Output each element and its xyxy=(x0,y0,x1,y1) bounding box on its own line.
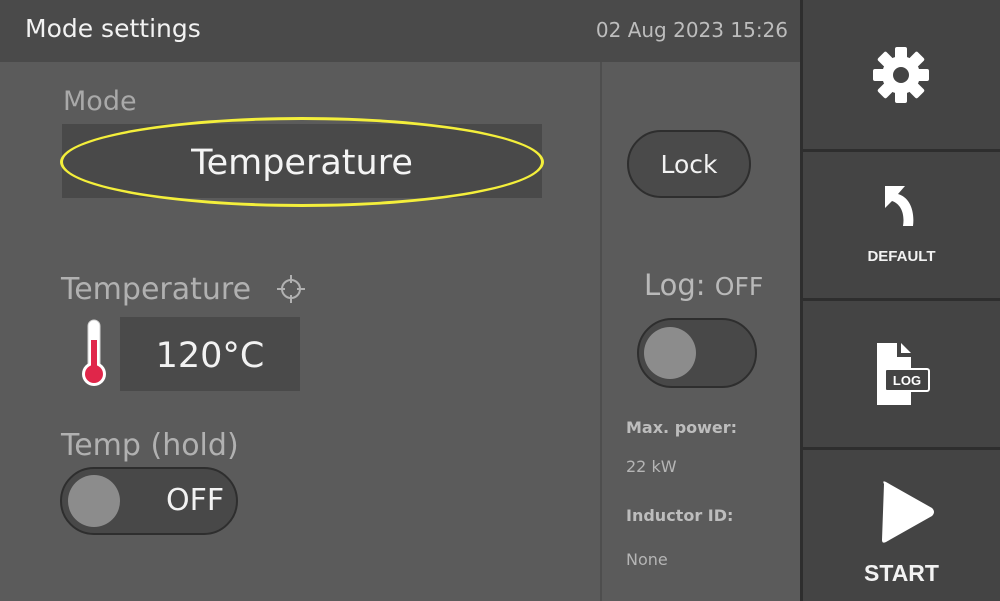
log-state: OFF xyxy=(714,272,764,301)
mode-selector[interactable]: Temperature xyxy=(62,124,542,198)
page-title: Mode settings xyxy=(25,14,201,43)
toggle-knob xyxy=(644,327,696,379)
vertical-divider xyxy=(600,62,602,601)
log-label-text: Log: xyxy=(644,268,706,302)
default-label: DEFAULT xyxy=(867,248,936,265)
sidebar: DEFAULT LOG START xyxy=(800,0,1000,601)
thermometer-icon xyxy=(80,318,108,390)
toggle-knob xyxy=(68,475,120,527)
temp-hold-label: Temp (hold) xyxy=(61,428,239,463)
max-power-label: Max. power: xyxy=(626,418,738,437)
settings-button[interactable] xyxy=(803,0,1000,149)
mode-value: Temperature xyxy=(191,143,413,183)
temp-hold-toggle[interactable]: OFF xyxy=(60,467,238,535)
lock-button-label: Lock xyxy=(660,150,718,179)
inductor-id-value: None xyxy=(626,550,668,569)
inductor-id-label: Inductor ID: xyxy=(626,506,734,525)
log-file-icon: LOG xyxy=(873,341,933,407)
log-toggle[interactable] xyxy=(637,318,757,388)
play-icon xyxy=(876,478,938,546)
reset-arrow-icon xyxy=(881,182,923,230)
gear-icon xyxy=(871,45,931,105)
start-button[interactable]: START xyxy=(803,450,1000,601)
mode-label: Mode xyxy=(63,86,137,117)
log-icon-text: LOG xyxy=(892,373,922,388)
temperature-input[interactable]: 120°C xyxy=(120,317,300,391)
temperature-value: 120°C xyxy=(155,336,265,376)
header-bar: Mode settings 02 Aug 2023 15:26 xyxy=(0,0,800,63)
max-power-value: 22 kW xyxy=(626,457,677,476)
log-file-button[interactable]: LOG xyxy=(803,301,1000,447)
start-label: START xyxy=(864,560,939,586)
temp-hold-state: OFF xyxy=(166,483,225,518)
temperature-label: Temperature xyxy=(61,272,252,307)
datetime-display: 02 Aug 2023 15:26 xyxy=(595,18,788,42)
log-label: Log: OFF xyxy=(644,268,763,302)
crosshair-icon[interactable] xyxy=(276,274,306,304)
lock-button[interactable]: Lock xyxy=(627,130,751,198)
default-button[interactable]: DEFAULT xyxy=(803,152,1000,298)
